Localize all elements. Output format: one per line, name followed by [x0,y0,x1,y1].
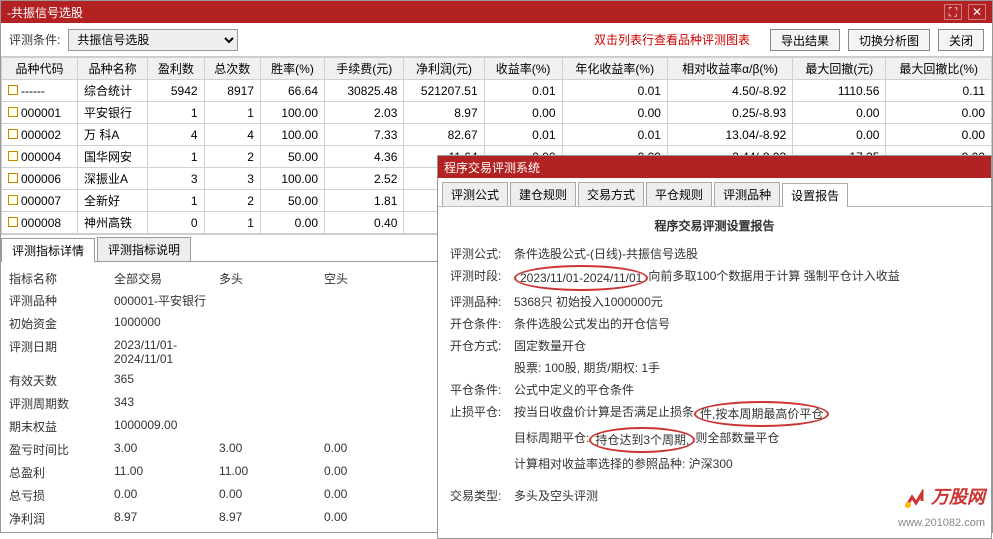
report-tab[interactable]: 交易方式 [578,182,644,206]
table-header[interactable]: 胜率(%) [260,58,324,80]
export-button[interactable]: 导出结果 [770,29,840,51]
fullscreen-icon[interactable]: ⛶ [944,4,962,20]
metric-row: 初始资金1000000 [1,312,437,335]
table-header[interactable]: 净利润(元) [404,58,484,80]
condition-label: 评测条件: [9,31,60,48]
metric-row: 总盈利11.0011.000.00 [1,461,437,484]
report-tab[interactable]: 设置报告 [782,183,848,207]
metric-row: 有效天数365 [1,369,437,392]
table-header[interactable]: 品种名称 [77,58,147,80]
metric-row: 盈亏时间比3.003.000.00 [1,438,437,461]
table-header[interactable]: 盈利数 [148,58,204,80]
report-window-title: 程序交易评测系统 [444,159,540,176]
table-header[interactable]: 最大回撤比(%) [886,58,992,80]
table-header[interactable]: 总次数 [204,58,260,80]
close-button[interactable]: 关闭 [938,29,984,51]
table-header[interactable]: 最大回撤(元) [793,58,886,80]
table-header[interactable]: 手续费(元) [325,58,404,80]
report-window: 程序交易评测系统 评测公式建仓规则交易方式平仓规则评测品种设置报告 程序交易评测… [437,155,992,539]
table-header[interactable]: 品种代码 [2,58,78,80]
close-icon[interactable]: ✕ [968,4,986,20]
metric-row: 总亏损0.000.000.00 [1,484,437,507]
metric-row: 评测品种000001-平安银行 [1,289,437,312]
stoploss-highlight: 件,按本周期最高价平仓 [694,401,829,427]
date-range-highlight: 2023/11/01-2024/11/01 [514,265,648,291]
metric-row: 评测日期2023/11/01-2024/11/01 [1,335,437,369]
metric-row: 净利润8.978.970.00 [1,507,437,530]
table-header[interactable]: 年化收益率(%) [562,58,667,80]
detail-panel: 评测指标详情 评测指标说明 指标名称 全部交易 多头 空头 评测品种000001… [1,234,437,532]
hint-text: 双击列表行查看品种评测图表 [594,31,750,48]
switch-chart-button[interactable]: 切换分析图 [848,29,930,51]
report-tab[interactable]: 评测品种 [714,182,780,206]
col-short: 空头 [324,270,429,287]
metric-row: 评测周期数343 [1,392,437,415]
window-titlebar: -共振信号选股 ⛶ ✕ [1,1,992,23]
metric-row: 期末权益1000009.00 [1,415,437,438]
col-name: 指标名称 [9,270,114,287]
table-row[interactable]: ------综合统计5942891766.6430825.48521207.51… [2,80,992,102]
table-header[interactable]: 收益率(%) [484,58,562,80]
tab-detail[interactable]: 评测指标详情 [1,238,95,262]
table-row[interactable]: 000001平安银行11100.002.038.970.000.000.25/-… [2,102,992,124]
toolbar: 评测条件: 共振信号选股 双击列表行查看品种评测图表 导出结果 切换分析图 关闭 [1,23,992,57]
report-tab[interactable]: 平仓规则 [646,182,712,206]
report-tab[interactable]: 建仓规则 [510,182,576,206]
condition-select[interactable]: 共振信号选股 [68,29,238,51]
col-long: 多头 [219,270,324,287]
target-highlight: 持仓达到3个周期, [589,427,695,453]
report-heading: 程序交易评测设置报告 [450,215,979,237]
col-all: 全部交易 [114,270,219,287]
watermark-logo: 万股网 www.201082.com [898,486,985,534]
tab-explain[interactable]: 评测指标说明 [97,237,191,261]
table-header[interactable]: 相对收益率α/β(%) [667,58,792,80]
table-row[interactable]: 000002万 科A44100.007.3382.670.010.0113.04… [2,124,992,146]
report-tab[interactable]: 评测公式 [442,182,508,206]
window-title: -共振信号选股 [7,4,83,21]
